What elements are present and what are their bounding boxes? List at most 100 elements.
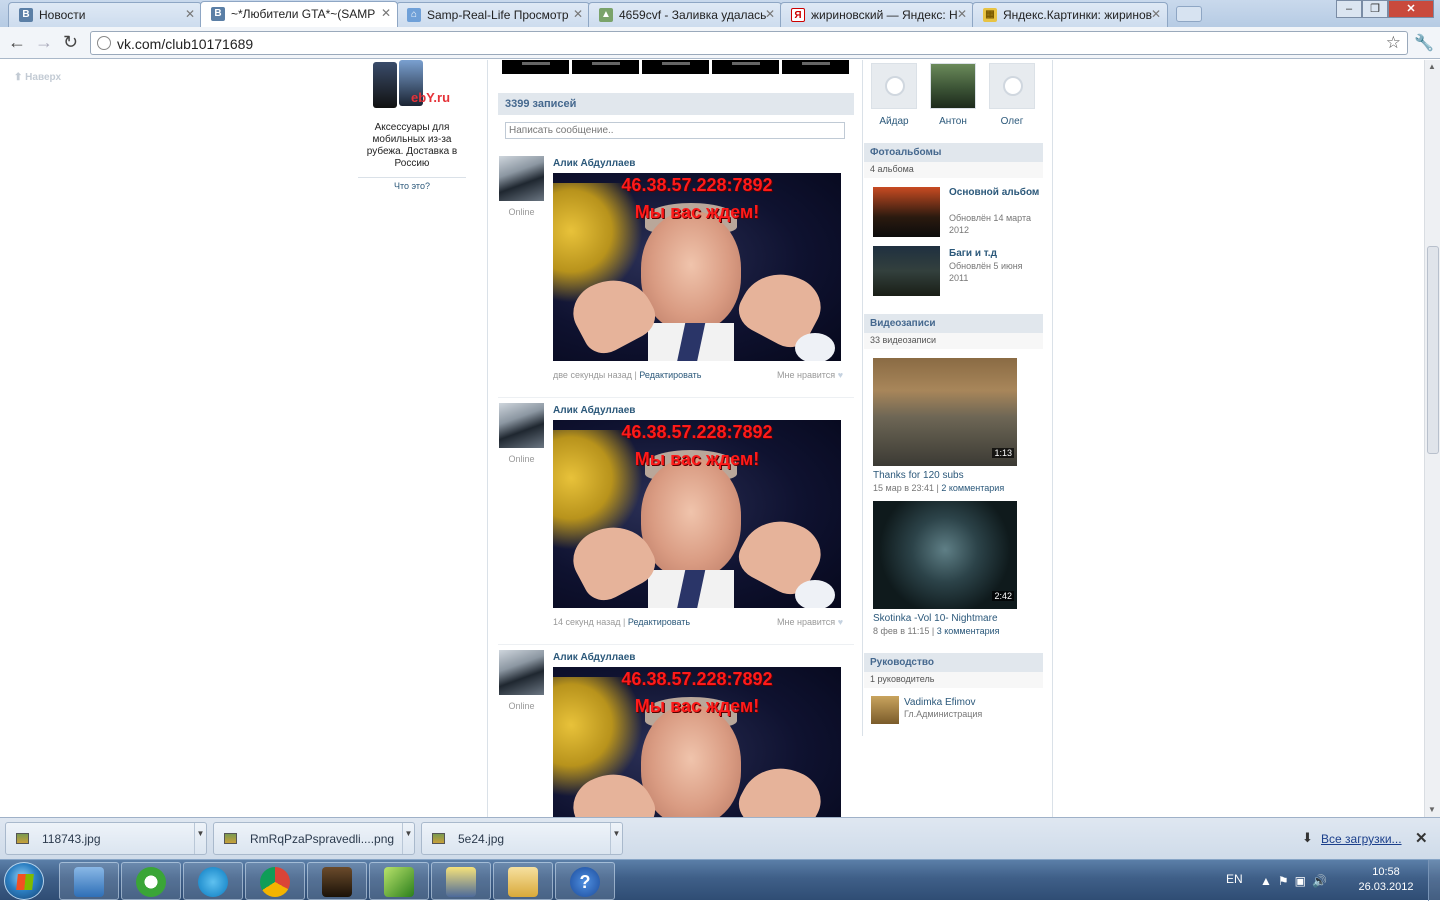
- chevron-down-icon[interactable]: ▼: [610, 823, 622, 854]
- new-tab-button[interactable]: [1176, 6, 1202, 22]
- close-tab-icon[interactable]: ✕: [1151, 7, 1161, 21]
- album-thumbnail[interactable]: [873, 187, 940, 237]
- language-indicator[interactable]: EN: [1226, 872, 1243, 886]
- member-aidar[interactable]: Айдар: [871, 63, 917, 127]
- taskbar-app-green[interactable]: [369, 862, 429, 900]
- video-title[interactable]: Skotinka -Vol 10- Nightmare: [873, 613, 1043, 624]
- media-strip-thumb[interactable]: [712, 60, 779, 74]
- page-scrollbar[interactable]: ▲ ▼: [1424, 60, 1440, 817]
- close-tab-icon[interactable]: ✕: [185, 7, 195, 21]
- tab-gta-club[interactable]: B ~*Любители GTA*~(SAMP ✕: [200, 1, 398, 27]
- start-button[interactable]: [4, 862, 44, 900]
- video-item[interactable]: 2:42 Skotinka -Vol 10- Nightmare 8 фев в…: [873, 501, 1043, 636]
- taskbar-mail[interactable]: [59, 862, 119, 900]
- ad-what-is-this-link[interactable]: Что это?: [358, 181, 466, 191]
- bookmark-star-icon[interactable]: ☆: [1386, 33, 1401, 53]
- avatar[interactable]: [499, 650, 544, 695]
- taskbar-app-monitor[interactable]: [431, 862, 491, 900]
- minimize-button[interactable]: –: [1336, 0, 1362, 18]
- tab-yandex-images[interactable]: ▦ Яндекс.Картинки: жиринов ✕: [972, 2, 1168, 27]
- video-title[interactable]: Thanks for 120 subs: [873, 470, 1043, 481]
- wall-composer-input[interactable]: Написать сообщение..: [505, 122, 845, 139]
- scroll-down-arrow-icon[interactable]: ▼: [1428, 805, 1436, 814]
- post-author[interactable]: Алик Абдуллаев: [553, 405, 635, 416]
- tab-samp-real-life[interactable]: ⌂ Samp-Real-Life Просмотр ✕: [396, 2, 590, 27]
- avatar: [930, 63, 976, 109]
- media-strip-thumb[interactable]: [502, 60, 569, 74]
- photo-albums-header[interactable]: Фотоальбомы: [864, 143, 1043, 162]
- video-comments-link[interactable]: 2 комментария: [941, 483, 1004, 493]
- scroll-to-top-link[interactable]: ⬆ Наверх: [14, 72, 61, 83]
- post-time[interactable]: две секунды назад: [553, 370, 632, 380]
- tab-upload[interactable]: ▲ 4659cvf - Заливка удалась ✕: [588, 2, 782, 27]
- wrench-icon[interactable]: 🔧: [1414, 33, 1434, 53]
- leader-name[interactable]: Vadimka Efimov: [904, 697, 976, 708]
- taskbar-utorrent[interactable]: [121, 862, 181, 900]
- taskbar-help[interactable]: ?: [555, 862, 615, 900]
- forward-arrow-icon[interactable]: →: [35, 32, 53, 53]
- close-tab-icon[interactable]: ✕: [381, 6, 391, 20]
- close-downloads-icon[interactable]: ✕: [1415, 829, 1428, 847]
- management-header[interactable]: Руководство: [864, 653, 1043, 672]
- post-image[interactable]: 46.38.57.228:7892 Мы вас ждем!: [553, 420, 841, 608]
- tab-yandex-search[interactable]: Я жириновский — Яндекс: Н ✕: [780, 2, 974, 27]
- show-desktop-button[interactable]: [1428, 860, 1440, 901]
- wall-post: Online Алик Абдуллаев 46.38.57.228:7892 …: [498, 397, 854, 650]
- reload-icon[interactable]: ↻: [63, 32, 78, 53]
- taskbar-chrome[interactable]: [245, 862, 305, 900]
- address-bar[interactable]: vk.com/club10171689 ☆: [90, 31, 1408, 55]
- close-window-button[interactable]: ✕: [1388, 0, 1434, 18]
- tab-news[interactable]: B Новости ✕: [8, 2, 202, 27]
- chevron-down-icon[interactable]: ▼: [194, 823, 206, 854]
- taskbar-explorer[interactable]: [493, 862, 553, 900]
- album-item[interactable]: Основной альбом Обновлён 14 марта 2012: [873, 187, 1043, 237]
- edit-post-link[interactable]: Редактировать: [639, 370, 701, 380]
- close-tab-icon[interactable]: ✕: [765, 7, 775, 21]
- post-time[interactable]: 14 секунд назад: [553, 617, 621, 627]
- video-thumbnail[interactable]: 2:42: [873, 501, 1017, 609]
- wall-post-count[interactable]: 3399 записей: [505, 98, 576, 110]
- avatar[interactable]: [871, 696, 899, 724]
- album-title[interactable]: Баги и т.д: [949, 248, 1041, 259]
- back-arrow-icon[interactable]: ←: [8, 32, 26, 53]
- tray-icons[interactable]: ▲⚑▣🔊: [1260, 874, 1333, 888]
- post-image[interactable]: 46.38.57.228:7892 Мы вас ждем!: [553, 173, 841, 361]
- monitor-icon: [446, 867, 476, 897]
- album-title[interactable]: Основной альбом: [949, 187, 1041, 198]
- like-button[interactable]: Мне нравится ♥: [777, 617, 843, 627]
- post-author[interactable]: Алик Абдуллаев: [553, 652, 635, 663]
- download-item[interactable]: 118743.jpg ▼: [5, 822, 207, 855]
- like-button[interactable]: Мне нравится ♥: [777, 370, 843, 380]
- post-image[interactable]: 46.38.57.228:7892 Мы вас ждем!: [553, 667, 841, 817]
- avatar[interactable]: [499, 403, 544, 448]
- all-downloads-link[interactable]: Все загрузки...: [1321, 832, 1402, 846]
- album-item[interactable]: Баги и т.д Обновлён 5 июня 2011: [873, 246, 1043, 296]
- system-clock[interactable]: 10:58 26.03.2012: [1350, 865, 1422, 895]
- chevron-down-icon[interactable]: ▼: [402, 823, 414, 854]
- media-strip-thumb[interactable]: [642, 60, 709, 74]
- video-comments-link[interactable]: 3 комментария: [937, 626, 1000, 636]
- scrollbar-thumb[interactable]: [1427, 246, 1439, 454]
- close-tab-icon[interactable]: ✕: [957, 7, 967, 21]
- avatar[interactable]: [499, 156, 544, 201]
- ad-image[interactable]: ebY.ru: [373, 60, 451, 112]
- download-item[interactable]: RmRqPzaPspravedli....png ▼: [213, 822, 415, 855]
- maximize-button[interactable]: ❐: [1362, 0, 1388, 18]
- close-tab-icon[interactable]: ✕: [573, 7, 583, 21]
- video-item[interactable]: 1:13 Thanks for 120 subs 15 мар в 23:41 …: [873, 358, 1043, 493]
- post-author[interactable]: Алик Абдуллаев: [553, 158, 635, 169]
- videos-header[interactable]: Видеозаписи: [864, 314, 1043, 333]
- video-thumbnail[interactable]: 1:13: [873, 358, 1017, 466]
- taskbar-skype[interactable]: [183, 862, 243, 900]
- member-anton[interactable]: Антон: [930, 63, 976, 127]
- album-thumbnail[interactable]: [873, 246, 940, 296]
- media-strip-thumb[interactable]: [572, 60, 639, 74]
- ad-text[interactable]: Аксессуары для мобильных из-за рубежа. Д…: [358, 122, 466, 170]
- media-strip-thumb[interactable]: [782, 60, 849, 74]
- leader-item[interactable]: Vadimka Efimov Гл.Администрация: [871, 696, 1043, 726]
- taskbar-gta-sa[interactable]: [307, 862, 367, 900]
- edit-post-link[interactable]: Редактировать: [628, 617, 690, 627]
- member-oleg[interactable]: Олег: [989, 63, 1035, 127]
- scroll-up-arrow-icon[interactable]: ▲: [1428, 62, 1436, 71]
- download-item[interactable]: 5e24.jpg ▼: [421, 822, 623, 855]
